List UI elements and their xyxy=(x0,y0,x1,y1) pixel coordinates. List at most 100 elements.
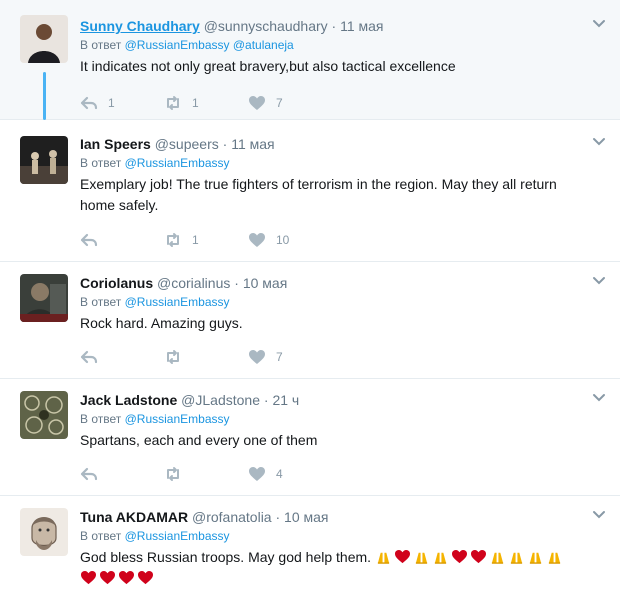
folded-hands-emoji xyxy=(432,549,451,565)
heart-icon xyxy=(249,350,265,364)
red-heart-emoji xyxy=(137,570,156,586)
reply-context: В ответ @RussianEmbassy xyxy=(80,528,590,544)
tweet-item[interactable]: Jack Ladstone @JLadstone · 21 ч В ответ … xyxy=(0,379,620,496)
tweet-item[interactable]: Coriolanus @corialinus · 10 мая В ответ … xyxy=(0,262,620,379)
reply-prefix: В ответ xyxy=(80,412,122,426)
separator-dot: · xyxy=(222,136,228,152)
tweet-text: Rock hard. Amazing guys. xyxy=(80,315,243,331)
mention-link[interactable]: @RussianEmbassy xyxy=(125,38,230,52)
tweet-item[interactable]: Ian Speers @supeers · 11 мая В ответ @Ru… xyxy=(0,120,620,262)
tweet-timestamp[interactable]: 10 мая xyxy=(243,275,287,291)
reply-prefix: В ответ xyxy=(80,529,122,543)
avatar[interactable] xyxy=(20,508,68,556)
avatar[interactable] xyxy=(20,136,68,184)
folded-hands-emoji xyxy=(508,549,527,565)
tweet-actions: 1 10 xyxy=(80,231,332,249)
red-heart-emoji xyxy=(118,570,137,586)
avatar[interactable] xyxy=(20,274,68,322)
reply-context: В ответ @RussianEmbassy xyxy=(80,411,590,427)
tweet-timestamp[interactable]: 21 ч xyxy=(272,392,299,408)
folded-hands-emoji xyxy=(489,549,508,565)
mention-link[interactable]: @RussianEmbassy xyxy=(125,156,230,170)
author-name[interactable]: Jack Ladstone xyxy=(80,392,177,408)
retweet-button[interactable] xyxy=(164,349,248,365)
like-button[interactable]: 7 xyxy=(248,95,332,111)
red-heart-emoji xyxy=(80,570,99,586)
tweet-text: God bless Russian troops. May god help t… xyxy=(80,547,590,589)
tweet-item[interactable]: Sunny Chaudhary @sunnyschaudhary · 11 ма… xyxy=(0,0,620,120)
reply-prefix: В ответ xyxy=(80,156,122,170)
reply-button[interactable]: 1 xyxy=(80,95,164,111)
more-options-button[interactable] xyxy=(592,276,606,286)
retweet-button[interactable]: 1 xyxy=(164,95,248,111)
author-handle[interactable]: @JLadstone xyxy=(181,392,260,408)
author-handle[interactable]: @corialinus xyxy=(157,275,230,291)
folded-hands-emoji xyxy=(546,549,565,565)
avatar[interactable] xyxy=(20,391,68,439)
tweet-timestamp[interactable]: 10 мая xyxy=(284,509,328,525)
reply-arrow-icon xyxy=(80,350,98,364)
tweet-timestamp[interactable]: 11 мая xyxy=(340,18,383,34)
author-handle[interactable]: @sunnyschaudhary xyxy=(204,18,328,34)
author-name[interactable]: Coriolanus xyxy=(80,275,153,291)
tweet-timestamp[interactable]: 11 мая xyxy=(231,136,274,152)
folded-hands-emoji xyxy=(375,549,394,565)
reply-context: В ответ @RussianEmbassy @atulaneja xyxy=(80,37,590,53)
separator-dot: · xyxy=(275,509,281,525)
reply-arrow-icon xyxy=(80,233,98,247)
like-count: 7 xyxy=(276,350,283,364)
like-count: 10 xyxy=(276,233,290,247)
tweet-text: Spartans, each and every one of them xyxy=(80,432,318,448)
mention-link[interactable]: @RussianEmbassy xyxy=(125,295,230,309)
folded-hands-emoji xyxy=(527,549,546,565)
tweet-actions: 7 xyxy=(80,348,332,366)
chevron-down-icon xyxy=(593,511,605,519)
author-name[interactable]: Tuna AKDAMAR xyxy=(80,509,188,525)
author-handle[interactable]: @rofanatolia xyxy=(192,509,272,525)
red-heart-emoji xyxy=(451,549,470,565)
reply-button[interactable] xyxy=(80,466,164,482)
heart-icon xyxy=(249,233,265,247)
more-options-button[interactable] xyxy=(592,510,606,520)
thread-line xyxy=(43,72,46,120)
more-options-button[interactable] xyxy=(592,393,606,403)
avatar[interactable] xyxy=(20,15,68,63)
chevron-down-icon xyxy=(593,277,605,285)
more-options-button[interactable] xyxy=(592,137,606,147)
reply-button[interactable] xyxy=(80,349,164,365)
author-name[interactable]: Ian Speers xyxy=(80,136,151,152)
folded-hands-emoji xyxy=(413,549,432,565)
like-button[interactable]: 4 xyxy=(248,466,332,482)
red-heart-emoji xyxy=(470,549,489,565)
reply-button[interactable] xyxy=(80,232,164,248)
tweet-text-line: God bless Russian troops. May god help t… xyxy=(80,549,372,565)
reply-context: В ответ @RussianEmbassy xyxy=(80,155,590,171)
like-button[interactable]: 10 xyxy=(248,232,332,248)
reply-arrow-icon xyxy=(80,96,98,110)
tweet-actions: 4 xyxy=(80,465,332,483)
retweet-button[interactable]: 1 xyxy=(164,232,248,248)
chevron-down-icon xyxy=(593,20,605,28)
tweet-text: Exemplary job! The true fighters of terr… xyxy=(80,174,590,216)
reply-arrow-icon xyxy=(80,467,98,481)
reply-prefix: В ответ xyxy=(80,295,122,309)
separator-dot: · xyxy=(331,18,337,34)
tweet-actions: 1 1 7 xyxy=(80,94,332,112)
reply-prefix: В ответ xyxy=(80,38,122,52)
mention-link[interactable]: @RussianEmbassy xyxy=(125,412,230,426)
more-options-button[interactable] xyxy=(592,19,606,29)
tweet-text-line: Exemplary job! The true fighters of terr… xyxy=(80,176,557,192)
author-handle[interactable]: @supeers xyxy=(155,136,219,152)
retweet-icon xyxy=(167,233,179,247)
tweet-item[interactable]: Tuna AKDAMAR @rofanatolia · 10 мая В отв… xyxy=(0,496,620,605)
red-heart-emoji xyxy=(394,549,413,565)
mention-link[interactable]: @atulaneja xyxy=(233,38,294,52)
like-button[interactable]: 7 xyxy=(248,349,332,365)
like-count: 7 xyxy=(276,96,283,110)
like-count: 4 xyxy=(276,467,283,481)
retweet-button[interactable] xyxy=(164,466,248,482)
author-name[interactable]: Sunny Chaudhary xyxy=(80,18,200,34)
mention-link[interactable]: @RussianEmbassy xyxy=(125,529,230,543)
retweet-icon xyxy=(167,96,179,110)
emoji-sequence xyxy=(80,568,590,589)
